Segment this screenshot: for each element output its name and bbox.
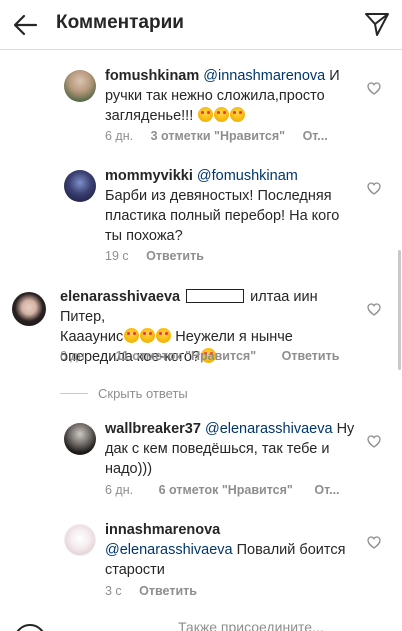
comment-meta: 6 дн. 3 отметки "Нравится" От... (105, 129, 342, 143)
likes-count[interactable]: 3 отметки "Нравится" (151, 129, 285, 143)
comment-time: 19 с (105, 249, 129, 263)
comment-time: 6 дн. (105, 483, 134, 497)
heart-eyes-emoji (214, 107, 230, 122)
mention-link[interactable]: @innashmarenova (203, 68, 325, 84)
avatar (14, 624, 46, 631)
comment-meta: 6 дн. 6 отметок "Нравится" От... (105, 483, 354, 497)
add-comment-bar: Также присоедините... (0, 618, 402, 631)
avatar[interactable] (64, 524, 96, 556)
mention-link[interactable]: @fomushkinam (197, 168, 298, 184)
arrow-left-icon (13, 14, 38, 36)
avatar[interactable] (64, 70, 96, 102)
comment-text: wallbreaker37 @elenarasshivaeva Ну дак с… (105, 421, 355, 477)
reply-button[interactable]: Ответить (282, 349, 340, 363)
paper-plane-icon (365, 13, 389, 36)
likes-count[interactable]: 6 отметок "Нравится" (159, 483, 293, 497)
like-heart-icon[interactable] (367, 182, 381, 195)
share-button[interactable] (364, 10, 390, 38)
reply-button[interactable]: Ответить (146, 249, 204, 263)
avatar[interactable] (64, 170, 96, 202)
heart-eyes-emoji (230, 107, 246, 122)
comment-meta: 3 с Ответить (105, 584, 211, 598)
comment-username[interactable]: wallbreaker37 (105, 421, 201, 437)
comment-time: 6 дн. (105, 129, 134, 143)
comment-input[interactable]: Также присоедините... (178, 619, 324, 631)
reply-button[interactable]: Ответить (139, 584, 197, 598)
like-heart-icon[interactable] (367, 536, 381, 549)
mention-link[interactable]: @elenarasshivaeva (205, 421, 333, 437)
reply-button[interactable]: От... (314, 483, 339, 497)
comment-username[interactable]: mommyvikki (105, 168, 193, 184)
back-button[interactable] (10, 9, 42, 41)
top-bar: Комментарии (0, 0, 402, 50)
reply-button[interactable]: От... (303, 129, 328, 143)
kiss-emoji (156, 328, 172, 343)
heart-eyes-emoji (198, 107, 214, 122)
hide-replies-label: Скрыть ответы (98, 386, 188, 401)
like-heart-icon[interactable] (367, 82, 381, 95)
mention-link[interactable]: @elenarasshivaeva (105, 542, 233, 558)
kiss-emoji (140, 328, 156, 343)
comment-text: fomushkinam @innashmarenova И ручки так … (105, 68, 340, 124)
comment-username[interactable]: innashmarenova (105, 522, 220, 538)
comment-time: 3 с (105, 584, 122, 598)
scrollbar[interactable] (398, 250, 401, 370)
avatar[interactable] (64, 423, 96, 455)
comment-text: innashmarenova @elenarasshivaeva Повалий… (105, 522, 346, 578)
likes-count[interactable]: 11 отметок "Нравится" (116, 349, 257, 363)
like-heart-icon[interactable] (367, 303, 381, 316)
comment-meta: 19 с Ответить (105, 249, 218, 263)
heart-eyes-emoji (124, 328, 140, 343)
hide-replies-button[interactable]: Скрыть ответы (60, 386, 188, 401)
comment-username[interactable]: elenarasshivaeva (60, 289, 180, 305)
comment-username[interactable]: fomushkinam (105, 68, 199, 84)
comment-text: mommyvikki @fomushkinam Барби из девянос… (105, 168, 340, 244)
page-title: Комментарии (56, 12, 184, 33)
divider-line (60, 393, 88, 394)
comment-meta: 6 дн. 11 отметок "Нравится" Ответить (60, 349, 353, 363)
redacted-mention (186, 289, 245, 303)
avatar[interactable] (12, 292, 46, 326)
like-heart-icon[interactable] (367, 435, 381, 448)
comment-time: 6 дн. (60, 349, 89, 363)
